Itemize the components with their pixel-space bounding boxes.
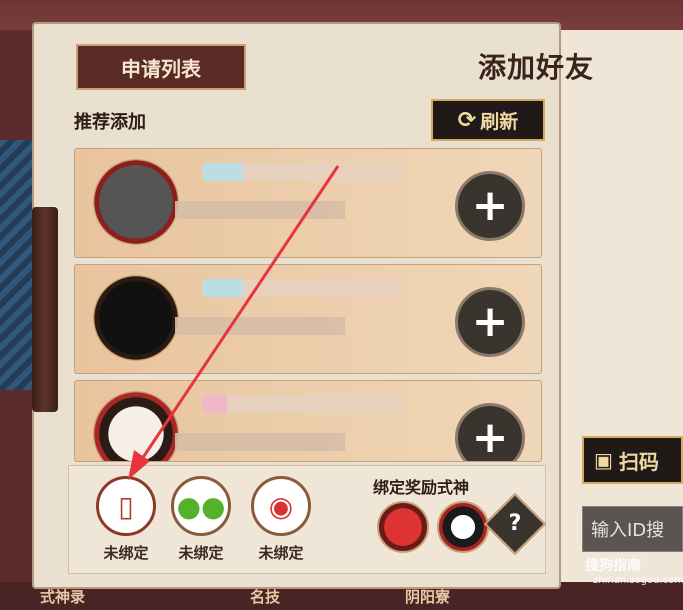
weibo-icon: ◉ bbox=[251, 476, 311, 536]
tab-apply-list[interactable]: 申请列表 bbox=[76, 44, 246, 90]
bind-reward-heading: 绑定奖励式神 bbox=[373, 478, 470, 497]
nav-skills[interactable]: 名技 bbox=[250, 586, 280, 607]
scan-code-button[interactable]: ▣ 扫码 bbox=[582, 436, 683, 484]
add-friend-button[interactable]: + bbox=[455, 403, 525, 461]
avatar bbox=[93, 275, 179, 361]
nav-guild[interactable]: 阴阳寮 bbox=[405, 586, 450, 607]
friend-card: + bbox=[74, 148, 542, 258]
blurred-name bbox=[203, 395, 403, 413]
blurred-info bbox=[175, 201, 345, 219]
scroll-decoration bbox=[32, 207, 58, 412]
wechat-icon: ●● bbox=[171, 476, 231, 536]
phone-icon: ▯ bbox=[96, 476, 156, 536]
blurred-name bbox=[203, 279, 403, 297]
bind-weibo-button[interactable]: ◉ 未绑定 bbox=[246, 476, 316, 563]
right-panel bbox=[550, 30, 683, 585]
bind-status: 未绑定 bbox=[103, 544, 149, 562]
bind-status: 未绑定 bbox=[178, 544, 224, 562]
bind-wechat-button[interactable]: ●● 未绑定 bbox=[166, 476, 236, 563]
refresh-icon: ⟳ bbox=[457, 107, 477, 133]
blurred-info bbox=[175, 433, 345, 451]
watermark: 搜狗指南 bbox=[585, 558, 641, 574]
reward-shikigami-icon bbox=[437, 501, 489, 553]
help-icon: ? bbox=[508, 511, 522, 536]
id-search-input[interactable]: 输入ID搜 bbox=[582, 506, 683, 552]
avatar bbox=[93, 391, 179, 461]
friend-card: + bbox=[74, 264, 542, 374]
friend-card: + bbox=[74, 380, 542, 462]
add-friend-button[interactable]: + bbox=[455, 171, 525, 241]
bind-phone-button[interactable]: ▯ 未绑定 bbox=[91, 476, 161, 563]
blurred-info bbox=[175, 317, 345, 335]
page-title: 添加好友 bbox=[478, 51, 595, 84]
nav-shikigami[interactable]: 式神录 bbox=[40, 586, 85, 607]
section-title: 推荐添加 bbox=[74, 112, 146, 133]
add-friend-button[interactable]: + bbox=[455, 287, 525, 357]
refresh-label: 刷新 bbox=[480, 110, 519, 133]
reward-shikigami-icon bbox=[377, 501, 429, 553]
watermark-url: zhinan.sogou.com bbox=[593, 575, 683, 586]
bind-reward-bar: ▯ 未绑定 ●● 未绑定 ◉ 未绑定 绑定奖励式神 ? bbox=[68, 465, 547, 574]
bind-status: 未绑定 bbox=[258, 544, 304, 562]
scan-icon: ▣ bbox=[594, 448, 613, 472]
help-button[interactable]: ? bbox=[483, 492, 547, 556]
scan-label: 扫码 bbox=[618, 449, 659, 474]
avatar bbox=[93, 159, 179, 245]
blurred-name bbox=[203, 163, 403, 181]
refresh-button[interactable]: ⟳ 刷新 bbox=[431, 99, 545, 141]
